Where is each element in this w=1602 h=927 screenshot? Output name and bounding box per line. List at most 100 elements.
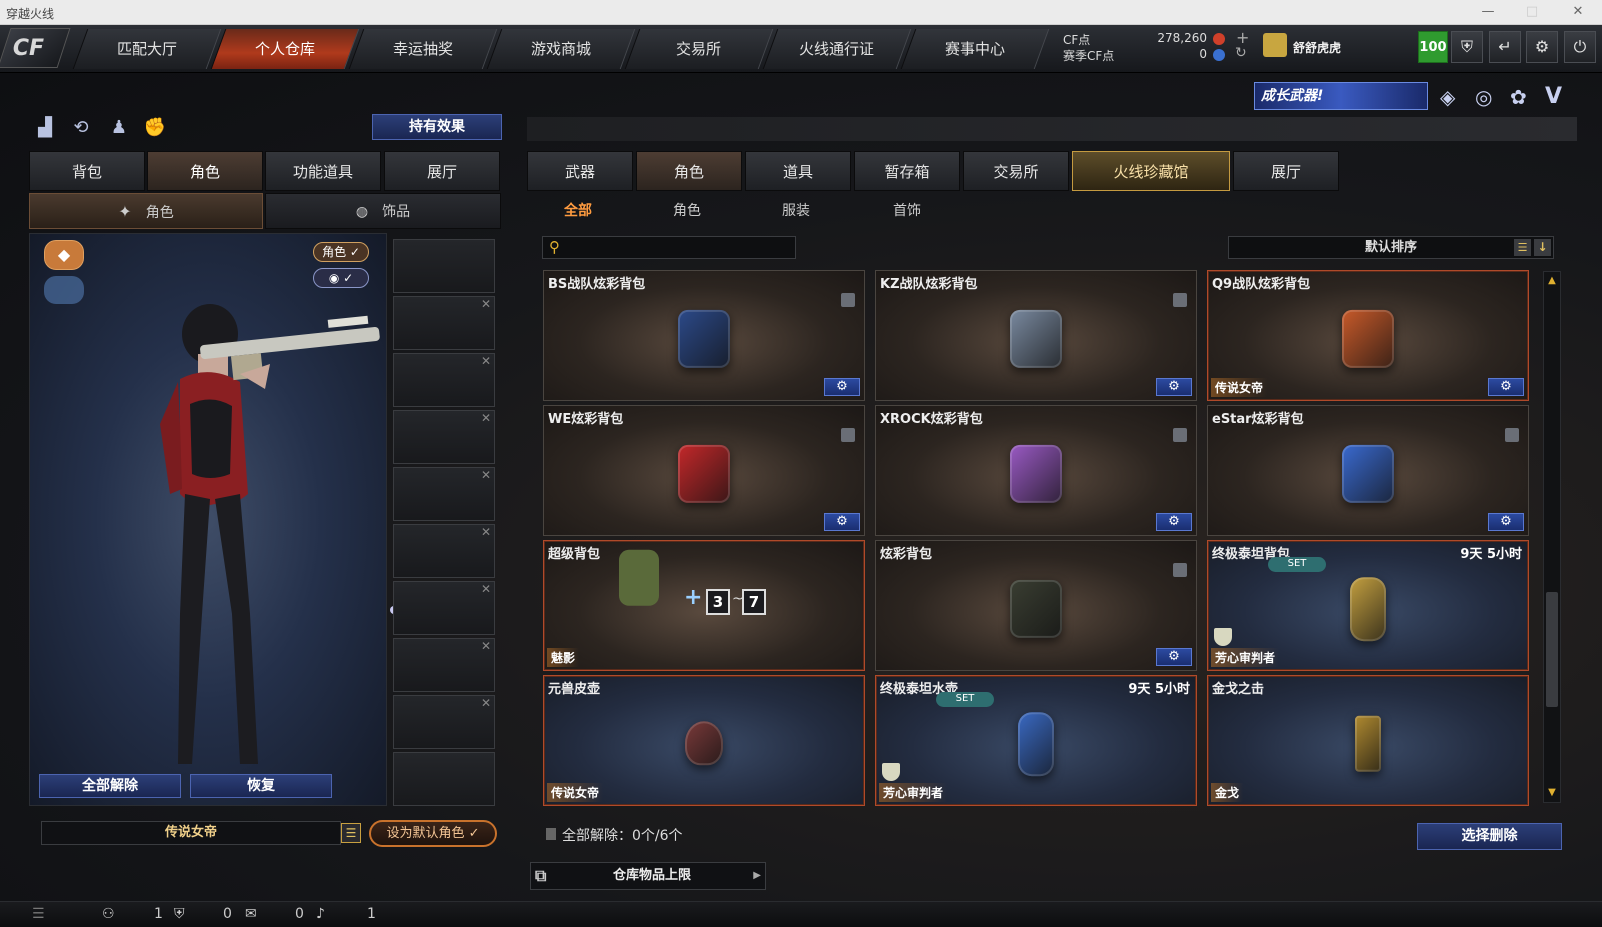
remove-slot-icon[interactable]: ✕ [481,297,491,311]
equip-slot[interactable]: ✕ [393,467,495,521]
delete-item-icon[interactable] [841,293,855,307]
item-card[interactable]: 超级背包 魅影 +3 7 ~ [543,540,865,671]
equip-slot[interactable]: ✕ [393,695,495,749]
item-card[interactable]: BS战队炫彩背包 ⚙ [543,270,865,401]
growth-weapon-banner[interactable]: 成长武器! [1254,82,1428,110]
filter-tab[interactable]: 全部 [564,200,592,220]
nav-tab[interactable]: 赛事中心 [900,29,1050,69]
nav-tab[interactable]: 个人仓库 [210,29,360,69]
right-tab[interactable]: 展厅 [1233,151,1339,191]
fist-icon[interactable]: ✊ [142,115,168,141]
clan-icon[interactable]: ⛨ [174,906,185,922]
maximize-icon[interactable]: □ [1524,4,1540,20]
subtab-character[interactable]: ✦ 角色 [29,193,263,229]
filter-tab[interactable]: 首饰 [893,200,921,220]
pose-icon[interactable]: ♟ [106,115,132,141]
chat-icon[interactable]: ✉ [245,906,257,922]
sort-dropdown[interactable]: 默认排序 ☰ ↓ [1228,236,1554,259]
list-view-icon[interactable]: ☰ [1514,239,1531,256]
select-delete-button[interactable]: 选择删除 [1417,823,1562,850]
nav-tab[interactable]: 火线通行证 [762,29,912,69]
vip-icon[interactable]: V [1545,84,1562,109]
item-scrollbar[interactable]: ▲ ▼ [1543,271,1561,803]
remove-slot-icon[interactable]: ✕ [481,411,491,425]
item-card[interactable]: Q9战队炫彩背包 ⚙ 传说女帝 [1207,270,1529,401]
volume-icon[interactable]: ♪ [316,906,325,922]
equip-slot[interactable]: ✕ [393,524,495,578]
settings-gear-icon[interactable]: ⚙ [1526,31,1558,63]
role-badge[interactable]: 角色 ✓ [313,242,369,262]
power-icon[interactable]: ⏻ [1564,31,1596,63]
equip-slot[interactable]: ✕ [393,296,495,350]
gift-icon[interactable]: ✿ [1510,85,1527,109]
character-list-icon[interactable]: ☰ [341,823,361,843]
right-tab[interactable]: 暂存箱 [854,151,960,191]
equip-slot[interactable] [393,752,495,806]
capacity-bar[interactable]: ⧉ 仓库物品上限 ▶ [530,862,766,890]
item-card[interactable]: 金戈之击 金戈 [1207,675,1529,806]
nav-tab[interactable]: 游戏商城 [486,29,636,69]
item-settings-gear-icon[interactable]: ⚙ [1488,513,1524,531]
nav-tab[interactable]: 幸运抽奖 [348,29,498,69]
item-settings-gear-icon[interactable]: ⚙ [1156,648,1192,666]
menu-icon[interactable]: ☰ [32,906,45,922]
exit-room-icon[interactable]: ↵ [1489,31,1521,63]
right-tab[interactable]: 武器 [527,151,633,191]
medal-icon[interactable]: ◈ [1440,85,1455,109]
left-tab[interactable]: 背包 [29,151,145,191]
delete-item-icon[interactable] [841,428,855,442]
scroll-up-icon[interactable]: ▲ [1545,274,1559,288]
minimize-icon[interactable]: — [1480,4,1496,20]
nav-tab[interactable]: 交易所 [624,29,774,69]
filter-tab[interactable]: 服装 [782,200,810,220]
remove-slot-icon[interactable]: ✕ [481,696,491,710]
item-settings-gear-icon[interactable]: ⚙ [1156,378,1192,396]
team-emblem-alt-icon[interactable] [44,276,84,304]
equip-slot[interactable]: ✕ [393,581,495,635]
subtab-accessory[interactable]: ◍ 饰品 [265,193,501,229]
item-settings-gear-icon[interactable]: ⚙ [1156,513,1192,531]
item-settings-gear-icon[interactable]: ⚙ [824,378,860,396]
sort-down-icon[interactable]: ↓ [1534,239,1551,256]
left-tab[interactable]: 角色 [147,151,263,191]
left-tab[interactable]: 功能道具 [265,151,381,191]
stats-icon[interactable]: ▟ [32,115,58,141]
scroll-thumb[interactable] [1546,592,1558,707]
remove-slot-icon[interactable]: ✕ [481,468,491,482]
nav-tab[interactable]: 匹配大厅 [72,29,222,69]
cf-logo[interactable]: CF [0,28,71,68]
left-tab[interactable]: 展厅 [384,151,500,191]
item-card[interactable]: 终极泰坦水壶 9天 5小时 SET 芳心审判者 [875,675,1197,806]
remove-slot-icon[interactable]: ✕ [481,525,491,539]
item-card[interactable]: eStar炫彩背包 ⚙ [1207,405,1529,536]
unload-all-button[interactable]: 全部解除 [39,774,181,798]
friends-icon[interactable]: ⚇ [102,906,115,922]
team-emblem-icon[interactable]: ◆ [44,240,84,270]
set-default-character-button[interactable]: 设为默认角色 ✓ [369,820,497,847]
delete-item-icon[interactable] [1173,293,1187,307]
expand-arrow-icon[interactable]: ▶ [753,863,761,889]
equip-slot[interactable] [393,239,495,293]
delete-item-icon[interactable] [1173,428,1187,442]
item-settings-gear-icon[interactable]: ⚙ [1488,378,1524,396]
right-tab[interactable]: 道具 [745,151,851,191]
rotate-view-icon[interactable]: ⟲ [68,115,94,141]
remove-slot-icon[interactable]: ✕ [481,639,491,653]
refresh-icon[interactable]: ↻ [1235,45,1247,61]
restore-button[interactable]: 恢复 [190,774,332,798]
shield-icon[interactable]: ⛨ [1451,31,1483,63]
item-card[interactable]: 终极泰坦背包 9天 5小时 SET 芳心审判者 [1207,540,1529,671]
character-preview[interactable]: ◆ 角色 ✓ ◉ ✓ [29,233,398,806]
item-card[interactable]: KZ战队炫彩背包 ⚙ [875,270,1197,401]
hold-effect-button[interactable]: 持有效果 [372,114,502,140]
equip-slot[interactable]: ✕ [393,638,495,692]
right-tab[interactable]: 角色 [636,151,742,191]
filter-tab[interactable]: 角色 [673,200,701,220]
eye-badge[interactable]: ◉ ✓ [313,268,369,288]
delete-item-icon[interactable] [1505,428,1519,442]
right-tab[interactable]: 交易所 [963,151,1069,191]
globe-icon[interactable]: ◎ [1475,85,1492,109]
close-icon[interactable]: ✕ [1570,4,1586,20]
item-card[interactable]: 元兽皮壶 传说女帝 [543,675,865,806]
item-card[interactable]: WE炫彩背包 ⚙ [543,405,865,536]
